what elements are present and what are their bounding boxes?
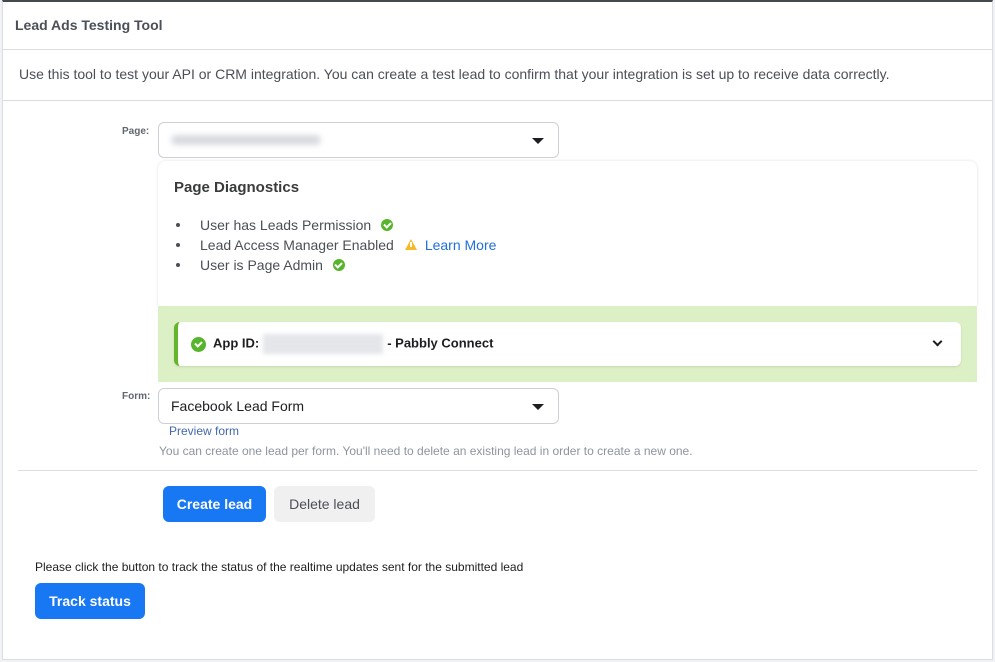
page-diagnostics-card: Page Diagnostics User has Leads Permissi… [158,161,977,306]
form-hint: You can create one lead per form. You'll… [159,444,693,458]
caret-down-icon [532,138,544,144]
form-select[interactable]: Facebook Lead Form [158,388,559,424]
intro-text: Use this tool to test your API or CRM in… [3,50,992,101]
form-select-value: Facebook Lead Form [171,398,305,414]
app-id-obscured [263,334,384,354]
diagnostic-item: Lead Access Manager Enabled Learn More [174,235,496,255]
chevron-down-icon[interactable] [932,336,943,347]
diagnostic-label: User is Page Admin [200,257,323,273]
create-lead-button[interactable]: Create lead [163,486,266,522]
bullet-icon [176,243,180,247]
app-accordion[interactable]: App ID: - Pabbly Connect [174,322,961,366]
diagnostic-item: User has Leads Permission [174,215,496,235]
caret-down-icon [532,404,544,410]
warning-icon [404,238,417,250]
track-status-instructions: Please click the button to track the sta… [35,560,524,574]
bullet-icon [176,263,180,267]
diagnostic-label: Lead Access Manager Enabled [200,237,394,253]
app-id-prefix: App ID: [213,335,260,351]
diagnostic-label: User has Leads Permission [200,217,372,233]
learn-more-link[interactable]: Learn More [425,237,497,253]
page-select[interactable] [158,122,559,158]
diagnostics-list: User has Leads Permission Lead Access Ma… [174,215,496,275]
bullet-icon [176,223,180,227]
app-id-label: App ID: - Pabbly Connect [213,334,493,354]
diagnostic-item: User is Page Admin [174,255,496,275]
page-value-obscured [171,135,321,145]
track-status-button[interactable]: Track status [35,583,145,619]
delete-lead-button[interactable]: Delete lead [274,486,375,522]
panel-title: Lead Ads Testing Tool [3,2,992,50]
divider [18,470,977,471]
check-circle-icon [332,259,345,271]
preview-form-link[interactable]: Preview form [169,424,239,438]
app-status-band: App ID: - Pabbly Connect [158,306,977,382]
diagnostics-title: Page Diagnostics [174,179,300,196]
check-circle-icon [381,219,394,231]
check-circle-icon [191,336,206,352]
form-label: Form: [122,391,151,402]
page-label: Page: [122,126,150,137]
app-name: - Pabbly Connect [387,335,494,351]
